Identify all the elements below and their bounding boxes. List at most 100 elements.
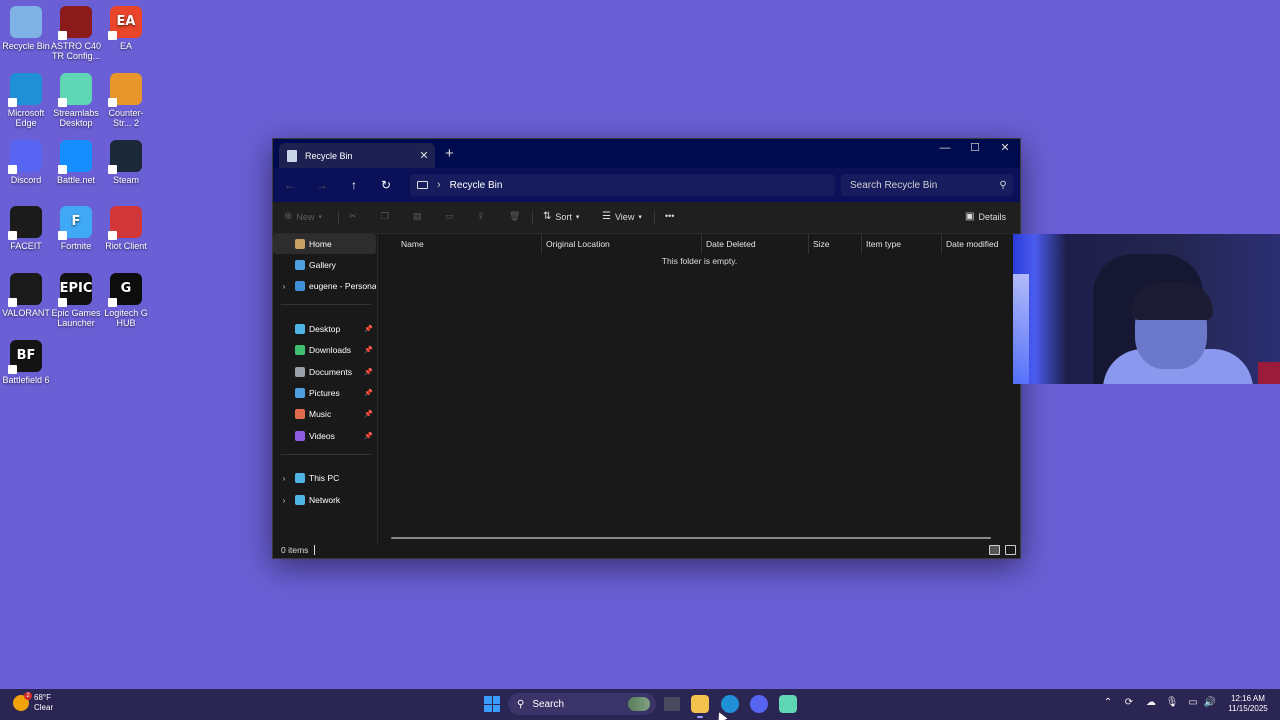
chevron-up-icon[interactable]: ⌃ [1101,697,1115,708]
tab-close-icon[interactable]: ✕ [413,149,435,162]
desktop-icon[interactable]: EPIC Epic Games Launcher [50,269,102,328]
nav-item[interactable]: Home [273,234,376,254]
new-tab-button[interactable]: + [445,145,454,162]
column-header[interactable]: Item type [861,234,941,254]
discord-icon[interactable] [750,695,768,713]
desktop-icon-label: Battlefield 6 [2,375,50,385]
share-icon: ⇪ [477,211,485,221]
taskbar-search[interactable]: ⚲ Search [508,693,656,715]
clock[interactable]: 12:16 AM 11/15/2025 [1222,694,1274,714]
shortcut-arrow-icon [8,231,17,240]
nav-item[interactable]: Downloads 📌 [273,340,376,360]
refresh-button[interactable]: ↻ [376,176,396,194]
nav-item[interactable]: Documents 📌 [273,362,376,382]
desktop-icon-label: ASTRO C40 TR Config... [50,41,101,61]
network-icon[interactable]: ▭ [1186,697,1200,708]
tab-recycle-bin[interactable]: Recycle Bin ✕ [279,143,435,168]
nav-item[interactable]: Desktop 📌 [273,319,376,339]
search-input[interactable]: Search Recycle Bin ⚲ [841,174,1013,196]
desktop-icon[interactable]: Recycle Bin [0,2,52,51]
column-header[interactable]: Name [397,234,541,254]
desktop-icon[interactable]: Discord [0,136,52,185]
desktop-icon[interactable]: ASTRO C40 TR Config... [50,2,102,61]
nav-item-label: This PC [309,473,340,483]
nav-item[interactable]: Videos 📌 [273,426,376,446]
start-button[interactable] [484,696,500,712]
nav-item[interactable]: Pictures 📌 [273,383,376,403]
sort-label: Sort [555,211,572,222]
desktop-icon[interactable]: Steam [100,136,152,185]
documents-icon [295,367,305,377]
nav-item-label: Videos [309,431,335,441]
paste-button[interactable]: ▤ [413,211,422,222]
view-button[interactable]: ☰ View ▾ [602,211,642,222]
videos-icon [295,431,305,441]
weather-widget[interactable]: 2 68°F Clear [13,692,53,713]
nav-item[interactable]: › This PC [273,468,376,488]
column-header[interactable]: Date modified [941,234,1019,254]
expand-chevron-icon[interactable]: › [273,282,295,291]
streamlabs-icon[interactable] [779,695,797,713]
back-button[interactable]: ← [280,176,300,194]
nav-item[interactable]: › Network [273,490,376,510]
expand-chevron-icon[interactable]: › [273,474,295,483]
up-button[interactable]: ↑ [344,176,364,194]
column-header[interactable]: Date Deleted [701,234,808,254]
details-button[interactable]: ▣ Details [965,211,1006,222]
cut-button[interactable]: ✂ [349,211,357,222]
copy-button[interactable]: ❐ [381,211,389,222]
desktop-icon[interactable]: F Fortnite [50,202,102,251]
search-placeholder: Search Recycle Bin [850,179,938,191]
shortcut-arrow-icon [108,31,117,40]
desktop-icon[interactable]: BF Battlefield 6 [0,336,52,385]
tiles-view-button[interactable] [1005,545,1016,555]
desktop-icon[interactable]: Streamlabs Desktop [50,69,102,128]
column-header[interactable]: Size [808,234,861,254]
desktop-icon[interactable]: Riot Client [100,202,152,251]
close-button[interactable]: ✕ [990,139,1020,157]
breadcrumb-location[interactable]: Recycle Bin [450,180,503,191]
pin-icon[interactable]: 📌 [364,389,376,397]
expand-chevron-icon[interactable]: › [273,496,295,505]
desktop-icon[interactable]: FACEIT [0,202,52,251]
maximize-button[interactable]: ☐ [960,139,990,157]
desktop-icon[interactable]: G Logitech G HUB [100,269,152,328]
column-header[interactable]: Original Location [541,234,701,254]
desktop-icon[interactable]: VALORANT [0,269,52,318]
desktop-icon[interactable]: Microsoft Edge [0,69,52,128]
file-explorer-icon[interactable] [691,695,709,718]
sort-button[interactable]: ⇅ Sort ▾ [543,211,579,222]
task-view-icon[interactable] [664,697,680,711]
desktop-icon[interactable]: Battle.net [50,136,102,185]
rename-button[interactable]: ▭ [445,211,454,222]
minimize-button[interactable]: — [930,139,960,157]
new-button[interactable]: ⊕ New ▾ [284,211,322,222]
microphone-icon[interactable]: 🎙 [1165,697,1179,708]
pin-icon[interactable]: 📌 [364,368,376,376]
horizontal-scrollbar[interactable] [391,537,991,539]
pin-icon[interactable]: 📌 [364,346,376,354]
more-options-button[interactable]: ••• [665,211,674,221]
nav-item[interactable]: Gallery [273,255,376,275]
volume-icon[interactable]: 🔊 [1203,697,1217,708]
desktop-icon[interactable]: Counter-Str... 2 [100,69,152,128]
astro-config-icon [58,6,92,40]
pin-icon[interactable]: 📌 [364,432,376,440]
delete-button[interactable]: 🗑 [509,211,520,222]
share-button[interactable]: ⇪ [477,211,485,222]
new-label: New [296,211,315,222]
forward-button[interactable]: → [312,176,332,194]
address-bar[interactable]: › Recycle Bin [410,174,835,196]
cloud-icon[interactable]: ☁ [1144,697,1158,708]
nav-item[interactable]: › eugene - Personal [273,276,376,296]
sync-icon[interactable]: ⟳ [1122,697,1136,708]
pin-icon[interactable]: 📌 [364,410,376,418]
this-pc-icon [295,473,305,483]
pin-icon[interactable]: 📌 [364,325,376,333]
navigation-pane: Home Gallery › eugene - Personal Desktop 📌 Dow… [273,234,378,544]
desktop-icon-label: Recycle Bin [2,41,50,51]
details-view-button[interactable] [989,545,1000,555]
rename-icon: ▭ [445,211,454,221]
desktop-icon[interactable]: EA EA [100,2,152,51]
nav-item[interactable]: Music 📌 [273,404,376,424]
